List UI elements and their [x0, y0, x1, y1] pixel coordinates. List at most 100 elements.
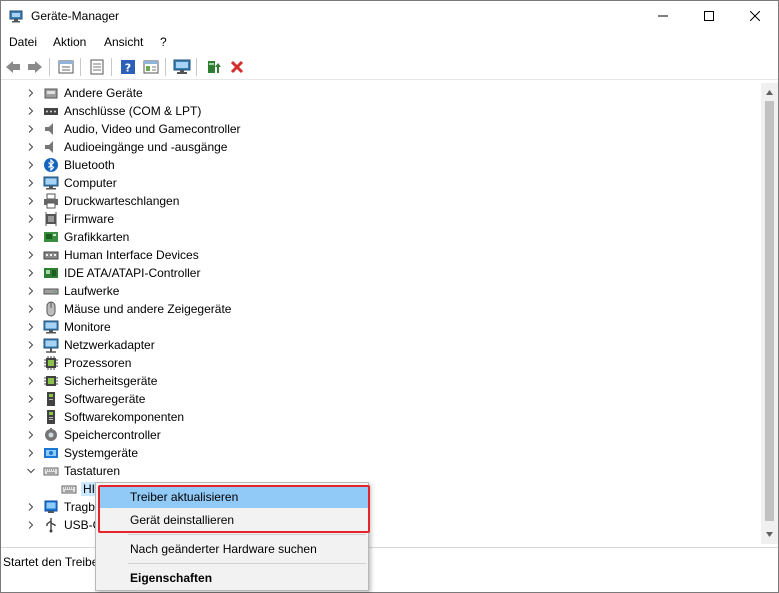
tree-category[interactable]: Druckwarteschlangen [1, 192, 761, 210]
tree-item-label: Mäuse und andere Zeigegeräte [64, 302, 232, 316]
menu-help[interactable]: ? [160, 35, 167, 49]
chevron-right-icon[interactable] [25, 519, 37, 531]
tree-item-label: Grafikkarten [64, 230, 130, 244]
network-adapter-icon [43, 337, 59, 353]
speaker-icon [43, 139, 59, 155]
close-button[interactable] [732, 1, 778, 31]
tree-category[interactable]: Audioeingänge und -ausgänge [1, 138, 761, 156]
portable-device-icon [43, 499, 59, 515]
toolbar: ? [1, 54, 778, 80]
chevron-right-icon[interactable] [25, 87, 37, 99]
tree-category[interactable]: Softwaregeräte [1, 390, 761, 408]
scroll-down-icon[interactable] [765, 530, 774, 539]
chevron-right-icon[interactable] [25, 393, 37, 405]
tree-category[interactable]: Firmware [1, 210, 761, 228]
tree-item-label: Netzwerkadapter [64, 338, 155, 352]
tree-category[interactable]: Monitore [1, 318, 761, 336]
menu-separator [128, 563, 366, 564]
tree-item-label: Softwarekomponenten [64, 410, 185, 424]
chevron-right-icon[interactable] [25, 321, 37, 333]
chevron-right-icon[interactable] [25, 267, 37, 279]
tree-item-label: Sicherheitsgeräte [64, 374, 158, 388]
update-driver-button[interactable] [205, 58, 223, 76]
menu-item-uninstall-device[interactable]: Gerät deinstallieren [98, 509, 368, 531]
chevron-right-icon[interactable] [25, 141, 37, 153]
hid-icon [43, 247, 59, 263]
menu-aktion[interactable]: Aktion [53, 35, 86, 49]
vertical-scrollbar[interactable] [761, 83, 778, 544]
processor-icon [43, 355, 59, 371]
storage-controller-icon [43, 427, 59, 443]
menu-item-scan-hardware[interactable]: Nach geänderter Hardware suchen [98, 538, 368, 560]
tree-item-label: Computer [64, 176, 117, 190]
menu-separator [128, 534, 366, 535]
chevron-down-icon[interactable] [25, 465, 37, 477]
view-button[interactable] [142, 58, 160, 76]
chevron-right-icon[interactable] [25, 357, 37, 369]
tree-category[interactable]: Tastaturen [1, 462, 761, 480]
chevron-right-icon[interactable] [25, 195, 37, 207]
display-adapter-icon [43, 229, 59, 245]
monitor-icon [173, 59, 191, 74]
tree-category[interactable]: Softwarekomponenten [1, 408, 761, 426]
chevron-right-icon[interactable] [25, 177, 37, 189]
system-device-icon [43, 445, 59, 461]
tree-category[interactable]: Audio, Video und Gamecontroller [1, 120, 761, 138]
chevron-right-icon[interactable] [25, 105, 37, 117]
tree-item-label: Anschlüsse (COM & LPT) [64, 104, 202, 118]
forward-icon [28, 61, 42, 73]
tree-category[interactable]: Anschlüsse (COM & LPT) [1, 102, 761, 120]
chevron-right-icon[interactable] [25, 159, 37, 171]
minimize-button[interactable] [640, 1, 686, 31]
chevron-right-icon[interactable] [25, 447, 37, 459]
software-component-icon [43, 409, 59, 425]
ide-icon [43, 265, 59, 281]
show-hide-button[interactable] [88, 58, 106, 76]
scrollbar-thumb[interactable] [765, 101, 774, 521]
tree-category[interactable]: Grafikkarten [1, 228, 761, 246]
properties-button[interactable] [57, 58, 75, 76]
chevron-right-icon[interactable] [25, 303, 37, 315]
chevron-right-icon[interactable] [25, 123, 37, 135]
svg-text:?: ? [125, 62, 131, 75]
menu-item-update-driver[interactable]: Treiber aktualisieren [98, 486, 368, 508]
help-button[interactable]: ? [119, 58, 137, 76]
tree-category[interactable]: Mäuse und andere Zeigegeräte [1, 300, 761, 318]
tree-category[interactable]: Systemgeräte [1, 444, 761, 462]
tree-category[interactable]: Human Interface Devices [1, 246, 761, 264]
tree-category[interactable]: Laufwerke [1, 282, 761, 300]
tree-category[interactable]: Bluetooth [1, 156, 761, 174]
chevron-right-icon[interactable] [25, 339, 37, 351]
chevron-right-icon[interactable] [25, 213, 37, 225]
tree-item-label: Laufwerke [64, 284, 120, 298]
tree-category[interactable]: Prozessoren [1, 354, 761, 372]
chevron-right-icon[interactable] [25, 501, 37, 513]
minimize-icon [658, 15, 668, 17]
back-icon [6, 61, 20, 73]
back-button[interactable] [4, 58, 22, 76]
menu-item-properties[interactable]: Eigenschaften [98, 567, 368, 589]
chevron-right-icon[interactable] [25, 375, 37, 387]
scroll-up-icon[interactable] [765, 88, 774, 97]
maximize-button[interactable] [686, 1, 732, 31]
scan-hardware-button[interactable] [173, 58, 191, 76]
tree-category[interactable]: Andere Geräte [1, 84, 761, 102]
tree-category[interactable]: Speichercontroller [1, 426, 761, 444]
tree-category[interactable]: Netzwerkadapter [1, 336, 761, 354]
tree-item-label: Tastaturen [64, 464, 121, 478]
menu-ansicht[interactable]: Ansicht [104, 35, 143, 49]
chevron-right-icon[interactable] [25, 285, 37, 297]
chevron-right-icon[interactable] [25, 429, 37, 441]
tree-category[interactable]: IDE ATA/ATAPI-Controller [1, 264, 761, 282]
status-text: Startet den Treiber [3, 555, 103, 569]
menu-item-label: Nach geänderter Hardware suchen [130, 542, 317, 556]
chevron-right-icon[interactable] [25, 231, 37, 243]
forward-button[interactable] [26, 58, 44, 76]
uninstall-button[interactable] [228, 58, 246, 76]
tree-item-label: Andere Geräte [64, 86, 143, 100]
chevron-right-icon[interactable] [25, 411, 37, 423]
tree-category[interactable]: Computer [1, 174, 761, 192]
chevron-right-icon[interactable] [25, 249, 37, 261]
tree-category[interactable]: Sicherheitsgeräte [1, 372, 761, 390]
menu-datei[interactable]: Datei [9, 35, 37, 49]
